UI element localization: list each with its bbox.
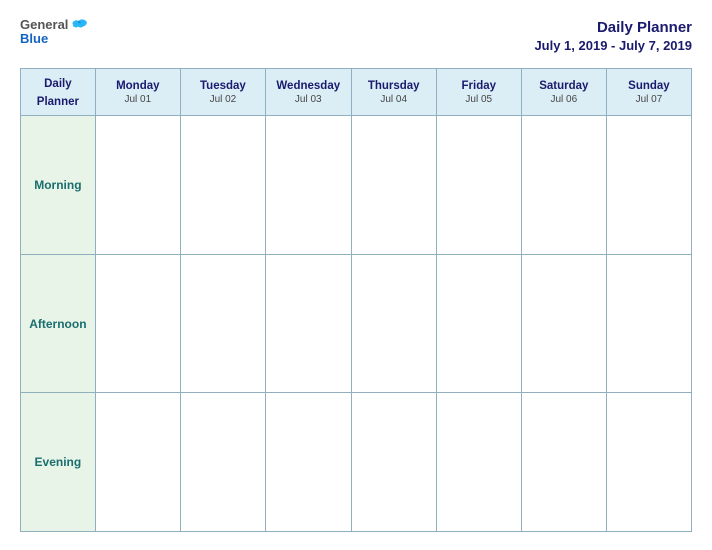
planner-date-range: July 1, 2019 - July 7, 2019: [534, 38, 692, 55]
afternoon-sunday-cell[interactable]: [606, 254, 691, 393]
morning-saturday-cell[interactable]: [521, 116, 606, 255]
planner-table: Daily Planner Monday Jul 01 Tuesday Jul …: [20, 68, 692, 532]
thursday-label: Thursday: [355, 79, 433, 94]
evening-row: Evening: [21, 393, 692, 532]
thursday-date: Jul 04: [355, 94, 433, 105]
morning-row: Morning: [21, 116, 692, 255]
evening-tuesday-cell[interactable]: [180, 393, 265, 532]
evening-wednesday-cell[interactable]: [265, 393, 351, 532]
evening-friday-cell[interactable]: [436, 393, 521, 532]
evening-monday-cell[interactable]: [95, 393, 180, 532]
afternoon-saturday-cell[interactable]: [521, 254, 606, 393]
table-header-saturday: Saturday Jul 06: [521, 69, 606, 116]
afternoon-wednesday-cell[interactable]: [265, 254, 351, 393]
table-header-sunday: Sunday Jul 07: [606, 69, 691, 116]
friday-label: Friday: [440, 79, 518, 94]
table-header-tuesday: Tuesday Jul 02: [180, 69, 265, 116]
header-label-line2: Planner: [37, 96, 79, 108]
wednesday-label: Wednesday: [269, 79, 348, 94]
table-header-row: Daily Planner Monday Jul 01 Tuesday Jul …: [21, 69, 692, 116]
logo-blue-text: Blue: [20, 32, 48, 46]
evening-thursday-cell[interactable]: [351, 393, 436, 532]
afternoon-friday-cell[interactable]: [436, 254, 521, 393]
morning-wednesday-cell[interactable]: [265, 116, 351, 255]
afternoon-tuesday-cell[interactable]: [180, 254, 265, 393]
monday-label: Monday: [99, 79, 177, 94]
evening-label-cell: Evening: [21, 393, 96, 532]
page-header: General Blue Daily Planner July 1, 2019 …: [20, 18, 692, 54]
table-header-thursday: Thursday Jul 04: [351, 69, 436, 116]
afternoon-label-cell: Afternoon: [21, 254, 96, 393]
header-label-line1: Daily: [44, 78, 72, 90]
afternoon-row: Afternoon: [21, 254, 692, 393]
planner-title: Daily Planner: [534, 18, 692, 38]
saturday-label: Saturday: [525, 79, 603, 94]
morning-thursday-cell[interactable]: [351, 116, 436, 255]
blue-bird-icon: [70, 18, 88, 32]
tuesday-date: Jul 02: [184, 94, 262, 105]
morning-monday-cell[interactable]: [95, 116, 180, 255]
morning-label-cell: Morning: [21, 116, 96, 255]
planner-page: General Blue Daily Planner July 1, 2019 …: [0, 0, 712, 550]
table-header-monday: Monday Jul 01: [95, 69, 180, 116]
morning-tuesday-cell[interactable]: [180, 116, 265, 255]
saturday-date: Jul 06: [525, 94, 603, 105]
table-header-wednesday: Wednesday Jul 03: [265, 69, 351, 116]
sunday-date: Jul 07: [610, 94, 688, 105]
afternoon-monday-cell[interactable]: [95, 254, 180, 393]
afternoon-thursday-cell[interactable]: [351, 254, 436, 393]
morning-sunday-cell[interactable]: [606, 116, 691, 255]
table-header-friday: Friday Jul 05: [436, 69, 521, 116]
tuesday-label: Tuesday: [184, 79, 262, 94]
logo-area: General Blue: [20, 18, 88, 47]
table-header-label: Daily Planner: [21, 69, 96, 116]
morning-friday-cell[interactable]: [436, 116, 521, 255]
wednesday-date: Jul 03: [269, 94, 348, 105]
monday-date: Jul 01: [99, 94, 177, 105]
title-area: Daily Planner July 1, 2019 - July 7, 201…: [534, 18, 692, 54]
logo-general-text: General: [20, 18, 68, 32]
evening-saturday-cell[interactable]: [521, 393, 606, 532]
evening-sunday-cell[interactable]: [606, 393, 691, 532]
sunday-label: Sunday: [610, 79, 688, 94]
friday-date: Jul 05: [440, 94, 518, 105]
